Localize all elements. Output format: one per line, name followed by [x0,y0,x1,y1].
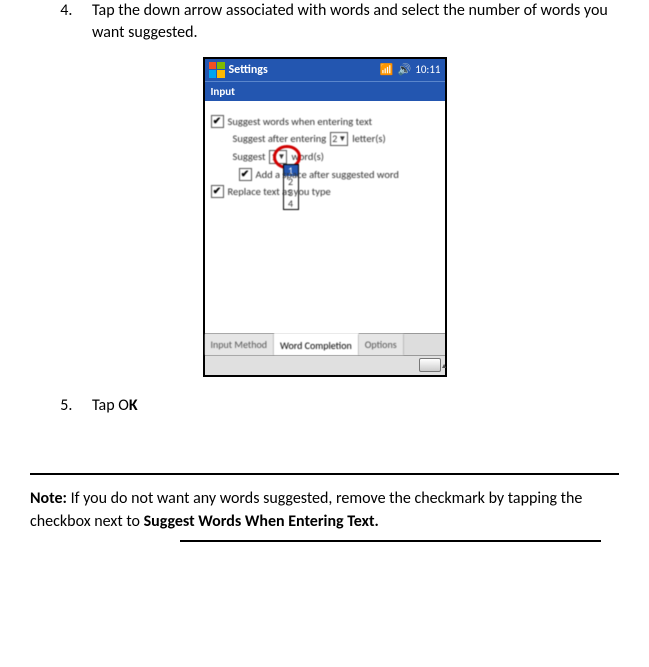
step-5-bold: K [129,396,138,415]
checkbox-replace[interactable] [211,185,224,198]
tab-input-method[interactable]: Input Method [205,334,275,355]
chevron-down-icon: ▼ [338,134,346,144]
step-5: Tap OK [76,395,619,417]
label-words-prefix: Suggest [233,150,266,163]
device-screenshot: Settings 📶 🔊 10:11 Input Suggest words w… [30,57,619,377]
dropdown-option-4[interactable]: 4 [284,198,298,209]
titlebar: Settings 📶 🔊 10:11 [205,59,445,81]
device-frame: Settings 📶 🔊 10:11 Input Suggest words w… [203,57,447,377]
subheader: Input [205,81,445,101]
speaker-icon: 🔊 [398,63,412,76]
letters-dropdown[interactable]: 2 ▼ [330,132,348,146]
step-4-text: Tap the down arrow associated with words… [92,1,608,42]
titlebar-text: Settings [229,63,376,77]
words-dropdown[interactable]: 1 ▼ [269,150,287,164]
chevron-down-icon: ▼ [278,152,286,162]
label-words-suffix: word(s) [291,150,323,163]
signal-icon: 📶 [380,63,394,76]
tab-options[interactable]: Options [359,334,404,355]
checkbox-addspace[interactable] [239,168,252,181]
label-replace: Replace text as you type [228,185,331,198]
keyboard-icon[interactable] [419,358,441,372]
checkbox-suggest[interactable] [211,115,224,128]
note-paragraph: Note: If you do not want any words sugge… [30,487,619,533]
sip-bar [205,355,445,375]
label-addspace: Add a space after suggested word [256,168,399,181]
row-suggest-words: Suggest words when entering text [211,115,439,128]
row-replace: Replace text as you type [211,185,439,198]
divider-bottom [180,540,601,542]
settings-panel: Suggest words when entering text Suggest… [205,101,445,333]
row-add-space: Add a space after suggested word [239,168,439,181]
label-suggest: Suggest words when entering text [228,115,373,128]
note-label: Note: [30,489,67,508]
row-words-count: Suggest 1 ▼ word(s) 1 2 3 4 [233,150,439,164]
divider-top [30,473,619,475]
step-4: Tap the down arrow associated with words… [76,0,619,45]
label-after-prefix: Suggest after entering [233,132,327,145]
status-icons: 📶 🔊 10:11 [380,63,441,76]
row-suggest-after: Suggest after entering 2 ▼ letter(s) [233,132,439,146]
label-after-suffix: letter(s) [352,132,385,145]
tab-word-completion[interactable]: Word Completion [274,333,359,355]
tab-bar: Input Method Word Completion Options [205,333,445,355]
start-icon[interactable] [209,62,225,78]
step-5-prefix: Tap O [92,396,129,415]
divider-bottom-wrap [30,540,619,554]
note-bold-tail: Suggest Words When Entering Text. [144,512,379,531]
clock-text: 10:11 [415,63,440,76]
